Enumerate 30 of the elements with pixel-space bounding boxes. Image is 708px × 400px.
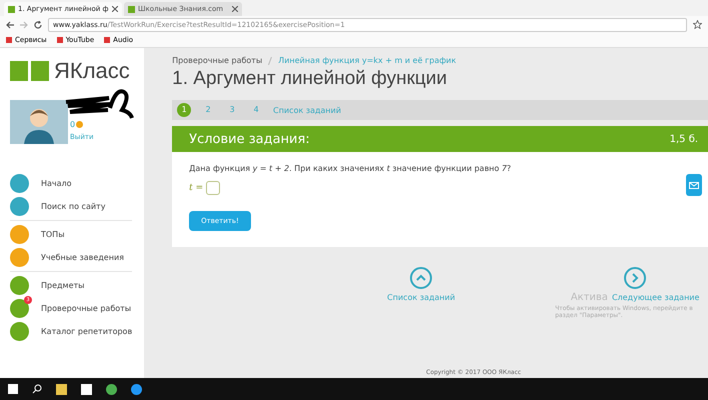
- logo: ЯКласс: [54, 58, 130, 84]
- score-value: 0: [70, 120, 76, 129]
- question-text: Дана функция y = t + 2. При каких значениях t значение функции равно 7?: [189, 164, 512, 173]
- reload-icon[interactable]: [34, 20, 42, 28]
- coin-icon: [76, 121, 84, 128]
- separator-icon: [268, 56, 272, 64]
- mail-icon: [689, 182, 699, 188]
- search-icon[interactable]: [32, 384, 42, 394]
- avatar-silhouette: [10, 100, 68, 144]
- close-icon[interactable]: [232, 6, 238, 12]
- book-icon: [10, 61, 50, 81]
- breadcrumb-item[interactable]: Проверочные работы: [172, 56, 262, 65]
- page-icon: [128, 6, 135, 12]
- close-icon[interactable]: [112, 6, 118, 12]
- answer-label: t =: [189, 183, 204, 193]
- back-icon[interactable]: [6, 20, 14, 28]
- page-icon: [8, 6, 15, 12]
- sidebar-item[interactable]: ТОПы: [41, 230, 65, 239]
- mail-button[interactable]: [686, 174, 702, 196]
- task-header: Условие задания:: [189, 132, 310, 146]
- sidebar-item[interactable]: Начало: [41, 179, 72, 188]
- points: 1,5 б.: [670, 134, 698, 144]
- sidebar-item[interactable]: Проверочные работы: [41, 304, 132, 313]
- answer-field[interactable]: [206, 181, 220, 195]
- star-icon[interactable]: [693, 20, 702, 29]
- sidebar-item[interactable]: Учебные заведения: [41, 253, 124, 262]
- sidebar-item[interactable]: Предметы: [41, 281, 84, 290]
- sidebar-item[interactable]: Каталог репетиторов: [41, 327, 132, 336]
- sidebar-item[interactable]: Поиск по сайту: [41, 202, 106, 211]
- page-title: 1. Аргумент линейной функции: [172, 68, 448, 90]
